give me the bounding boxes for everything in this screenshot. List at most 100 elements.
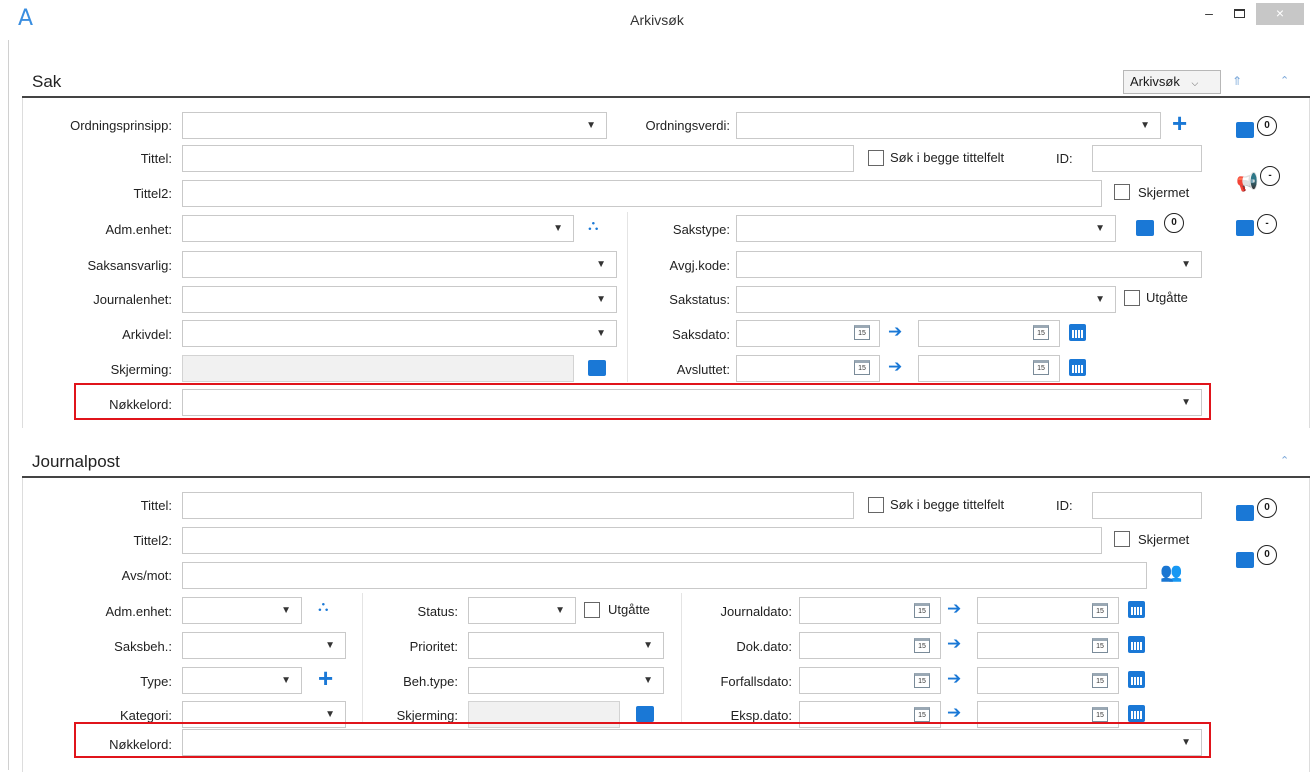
- journalpost-section-title: Journalpost: [32, 452, 120, 471]
- avgj-kode-dropdown[interactable]: ▼: [736, 251, 1202, 278]
- jp-nokkelord-dropdown[interactable]: ▼: [182, 729, 1202, 756]
- jp-skjerming-label: Skjerming:: [396, 708, 458, 723]
- comment-icon[interactable]: [1236, 122, 1254, 138]
- tittel2-label: Tittel2:: [133, 186, 172, 201]
- calendar-icon[interactable]: 15: [914, 707, 930, 722]
- forfallsdato-label: Forfallsdato:: [720, 674, 792, 689]
- ordningsprinsipp-dropdown[interactable]: ▼: [182, 112, 607, 139]
- calendar-icon[interactable]: 15: [914, 673, 930, 688]
- tittel-label: Tittel:: [140, 151, 172, 166]
- sakstatus-dropdown[interactable]: ▼: [736, 286, 1116, 313]
- status-dropdown[interactable]: ▼: [468, 597, 576, 624]
- calendar-icon[interactable]: 15: [1092, 707, 1108, 722]
- megaphone-badge: -: [1260, 166, 1280, 186]
- calendar-icon[interactable]: 15: [914, 638, 930, 653]
- jp-sok-begge-checkbox[interactable]: [868, 497, 884, 513]
- journalenhet-dropdown[interactable]: ▼: [182, 286, 617, 313]
- adm-enhet-dropdown[interactable]: ▼: [182, 215, 574, 242]
- saksdato-label: Saksdato:: [672, 327, 730, 342]
- calendar-picker-icon[interactable]: [1128, 601, 1145, 618]
- calendar-picker-icon[interactable]: [1069, 324, 1086, 341]
- comment-icon[interactable]: [1236, 505, 1254, 521]
- calendar-picker-icon[interactable]: [1128, 636, 1145, 653]
- jp-adm-enhet-dropdown[interactable]: ▼: [182, 597, 302, 624]
- jp-tittel2-label: Tittel2:: [133, 533, 172, 548]
- calendar-icon[interactable]: 15: [854, 360, 870, 375]
- arkivdel-dropdown[interactable]: ▼: [182, 320, 617, 347]
- jp-briefcase-count-badge: 0: [1257, 545, 1277, 565]
- jp-utgatte-label: Utgåtte: [608, 602, 650, 617]
- sakstype-count-badge: 0: [1164, 213, 1184, 233]
- calendar-icon[interactable]: 15: [1033, 360, 1049, 375]
- arrow-right-icon: ➔: [947, 599, 962, 618]
- calendar-icon[interactable]: 15: [1092, 673, 1108, 688]
- org-tree-icon[interactable]: ⛬: [318, 598, 329, 615]
- calendar-icon[interactable]: 15: [1092, 603, 1108, 618]
- tittel2-input[interactable]: [182, 180, 1102, 207]
- org-tree-icon[interactable]: ⛬: [588, 217, 599, 234]
- journalpost-section-header: Journalpost ⌃: [22, 448, 1310, 478]
- calendar-picker-icon[interactable]: [1128, 705, 1145, 722]
- skjerming-label: Skjerming:: [110, 362, 172, 377]
- utgatte-checkbox[interactable]: [1124, 290, 1140, 306]
- utgatte-label: Utgåtte: [1146, 290, 1188, 305]
- skjerming-input: [182, 355, 574, 382]
- arrow-right-icon: ➔: [947, 634, 962, 653]
- id-input[interactable]: [1092, 145, 1202, 172]
- calendar-icon[interactable]: 15: [1092, 638, 1108, 653]
- saksbeh-label: Saksbeh.:: [114, 639, 172, 654]
- jp-nokkelord-label: Nøkkelord:: [109, 737, 172, 752]
- close-button[interactable]: ×: [1256, 3, 1304, 25]
- prioritet-dropdown[interactable]: ▼: [468, 632, 664, 659]
- saksbeh-dropdown[interactable]: ▼: [182, 632, 346, 659]
- sak-section-title: Sak: [32, 72, 62, 91]
- calendar-picker-icon[interactable]: [1128, 671, 1145, 688]
- jp-skjermet-checkbox[interactable]: [1114, 531, 1130, 547]
- nokkelord-dropdown[interactable]: ▼: [182, 389, 1202, 416]
- contacts-icon[interactable]: 👥: [1160, 562, 1182, 583]
- megaphone-icon[interactable]: 📢: [1236, 172, 1258, 193]
- ordningsverdi-dropdown[interactable]: ▼: [736, 112, 1161, 139]
- briefcase-lock-icon[interactable]: [588, 360, 606, 376]
- dok-dato-label: Dok.dato:: [736, 639, 792, 654]
- add-icon[interactable]: +: [1172, 110, 1187, 136]
- avs-mot-label: Avs/mot:: [121, 568, 172, 583]
- kategori-label: Kategori:: [119, 708, 172, 723]
- calendar-icon[interactable]: 15: [854, 325, 870, 340]
- type-dropdown[interactable]: ▼: [182, 667, 302, 694]
- maximize-button[interactable]: [1226, 0, 1252, 28]
- sok-begge-checkbox[interactable]: [868, 150, 884, 166]
- briefcase-lock-icon[interactable]: [636, 706, 654, 722]
- jp-utgatte-checkbox[interactable]: [584, 602, 600, 618]
- calendar-icon[interactable]: 15: [914, 603, 930, 618]
- sakstype-dropdown[interactable]: ▼: [736, 215, 1116, 242]
- jp-id-input[interactable]: [1092, 492, 1202, 519]
- prioritet-label: Prioritet:: [409, 639, 458, 654]
- briefcase-icon[interactable]: [1136, 220, 1154, 236]
- parking-icon[interactable]: [1236, 220, 1254, 236]
- add-icon[interactable]: +: [318, 665, 333, 691]
- jp-tittel2-input[interactable]: [182, 527, 1102, 554]
- window-title: Arkivsøk: [630, 12, 684, 28]
- tittel-input[interactable]: [182, 145, 854, 172]
- search-mode-label: Arkivsøk: [1130, 74, 1180, 89]
- window-border: [8, 40, 9, 770]
- search-mode-dropdown[interactable]: Arkivsøk ⌵: [1123, 70, 1221, 94]
- jp-sok-begge-label: Søk i begge tittelfelt: [890, 497, 1005, 512]
- adm-enhet-label: Adm.enhet:: [105, 222, 173, 237]
- calendar-picker-icon[interactable]: [1069, 359, 1086, 376]
- minimize-button[interactable]: –: [1196, 0, 1222, 28]
- saksansvarlig-label: Saksansvarlig:: [87, 258, 172, 273]
- saksansvarlig-dropdown[interactable]: ▼: [182, 251, 617, 278]
- sok-begge-label: Søk i begge tittelfelt: [890, 150, 1005, 165]
- beh-type-dropdown[interactable]: ▼: [468, 667, 664, 694]
- avs-mot-input[interactable]: [182, 562, 1147, 589]
- beh-type-label: Beh.type:: [403, 674, 458, 689]
- collapse-all-icon[interactable]: ⇑: [1232, 74, 1242, 88]
- collapse-icon[interactable]: ⌃: [1280, 454, 1289, 467]
- skjermet-checkbox[interactable]: [1114, 184, 1130, 200]
- briefcase-icon[interactable]: [1236, 552, 1254, 568]
- collapse-icon[interactable]: ⌃: [1280, 74, 1289, 87]
- jp-tittel-input[interactable]: [182, 492, 854, 519]
- calendar-icon[interactable]: 15: [1033, 325, 1049, 340]
